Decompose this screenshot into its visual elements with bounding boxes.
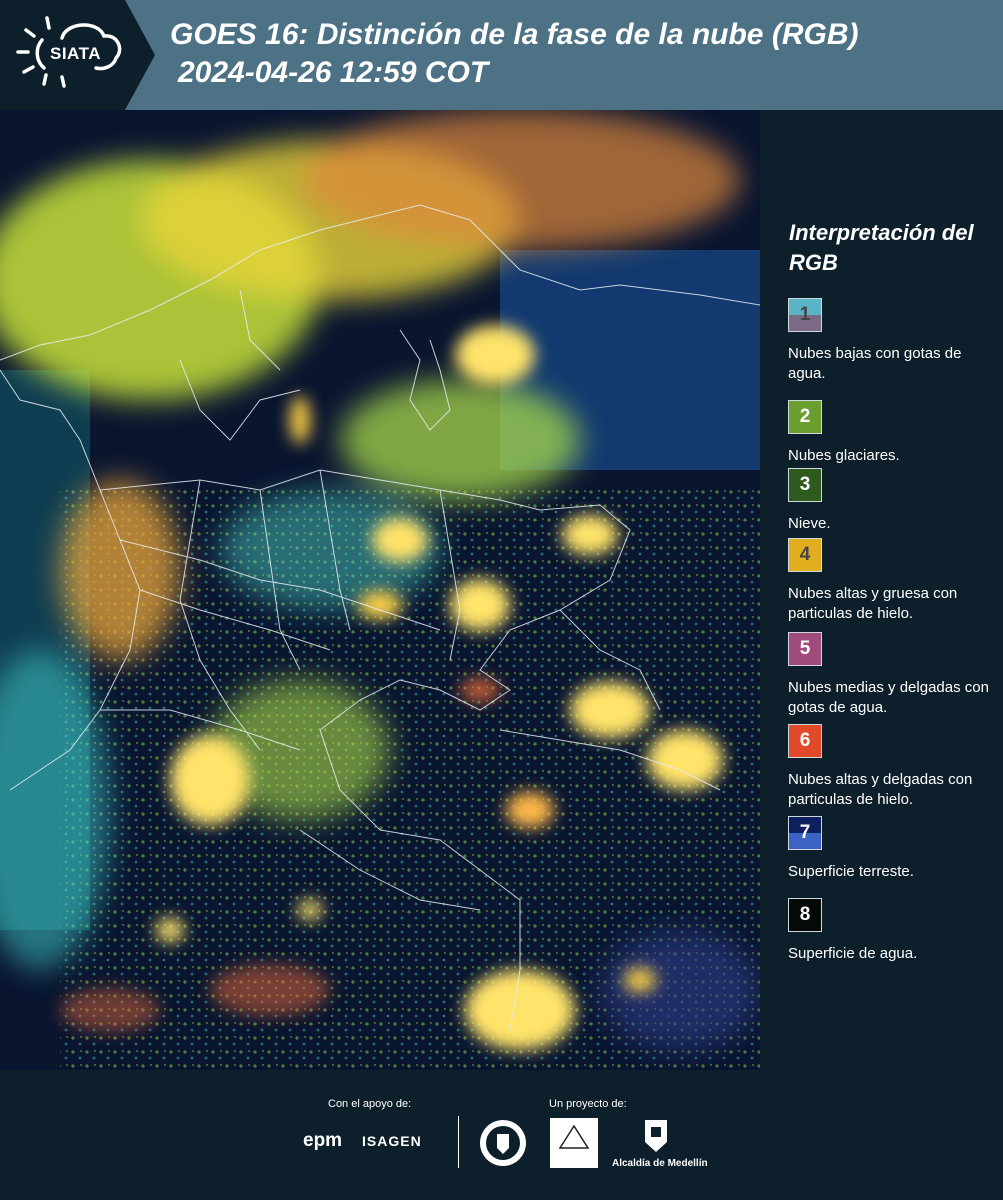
alcaldia-shield-icon: [645, 1120, 667, 1152]
legend-label: Nubes altas y delgadas con particulas de…: [788, 771, 973, 808]
legend-item-6: 6 Nubes altas y delgadas con particulas d…: [788, 724, 998, 810]
legend-number: 8: [799, 904, 811, 925]
legend-swatch: 4: [788, 538, 822, 572]
legend-label: Nubes glaciares.: [788, 447, 900, 464]
legend-swatch: 7: [788, 816, 822, 850]
legend-swatch: 5: [788, 632, 822, 666]
siata-logo: SIATA: [0, 0, 158, 110]
page-subtitle-datetime: 2024-04-26 12:59 COT: [178, 56, 489, 89]
legend-item-1: 1 Nubes bajas con gotas de agua.: [788, 298, 998, 384]
legend-label: Nubes altas y gruesa con particulas de h…: [788, 585, 958, 622]
footer: Con el apoyo de: epm ISAGEN Un proyecto …: [0, 1070, 1003, 1200]
area-logo-mark: [558, 1124, 590, 1149]
rgb-composite-image: [0, 110, 760, 1070]
legend-swatch: 1: [788, 298, 822, 332]
footer-divider: [458, 1116, 459, 1168]
support-label: Con el apoyo de:: [328, 1098, 412, 1110]
project-label: Un proyecto de:: [549, 1098, 627, 1110]
legend-label: Superficie terreste.: [788, 863, 914, 880]
legend-number: 6: [799, 730, 811, 751]
epm-logo: epm: [303, 1130, 343, 1151]
legend-swatch: 8: [788, 898, 822, 932]
legend-item-4: 4 Nubes altas y gruesa con particulas de …: [788, 538, 998, 624]
legend-item-2: 2 Nubes glaciares.: [788, 400, 998, 466]
legend-item-8: 8 Superficie de agua.: [788, 898, 998, 964]
legend-swatch: 2: [788, 400, 822, 434]
page-title: GOES 16: Distinción de la fase de la nub…: [170, 18, 859, 51]
legend-label: Nieve.: [788, 515, 831, 532]
legend-number: 5: [799, 638, 811, 659]
area-metropolitana-logo: [550, 1118, 598, 1168]
logo-text: SIATA: [50, 44, 101, 63]
legend-number: 1: [799, 304, 811, 325]
legend-number: 7: [799, 822, 811, 843]
legend-label: Nubes medias y delgadas con gotas de agu…: [788, 679, 989, 716]
legend-item-7: 7 Superficie terreste.: [788, 816, 998, 882]
alcaldia-label: Alcaldía de Medellín: [612, 1158, 708, 1169]
legend-swatch: 6: [788, 724, 822, 758]
legend-item-5: 5 Nubes medias y delgadas con gotas de ag…: [788, 632, 998, 718]
legend-swatch: 3: [788, 468, 822, 502]
legend-panel: Interpretación del RGB 1 Nubes bajas con …: [760, 110, 1003, 1070]
legend-number: 3: [799, 474, 811, 495]
legend-title: Interpretación del RGB: [789, 220, 974, 275]
legend-number: 4: [799, 544, 811, 565]
legend-label: Nubes bajas con gotas de agua.: [788, 345, 962, 382]
legend-item-3: 3 Nieve.: [788, 468, 998, 534]
municipal-seal-icon: [480, 1120, 526, 1166]
isagen-logo: ISAGEN: [362, 1133, 422, 1149]
legend-number: 2: [799, 406, 811, 427]
header-bar: SIATA GOES 16: Distinción de la fase de …: [0, 0, 1003, 110]
legend-label: Superficie de agua.: [788, 945, 918, 962]
satellite-map[interactable]: [0, 110, 760, 1070]
